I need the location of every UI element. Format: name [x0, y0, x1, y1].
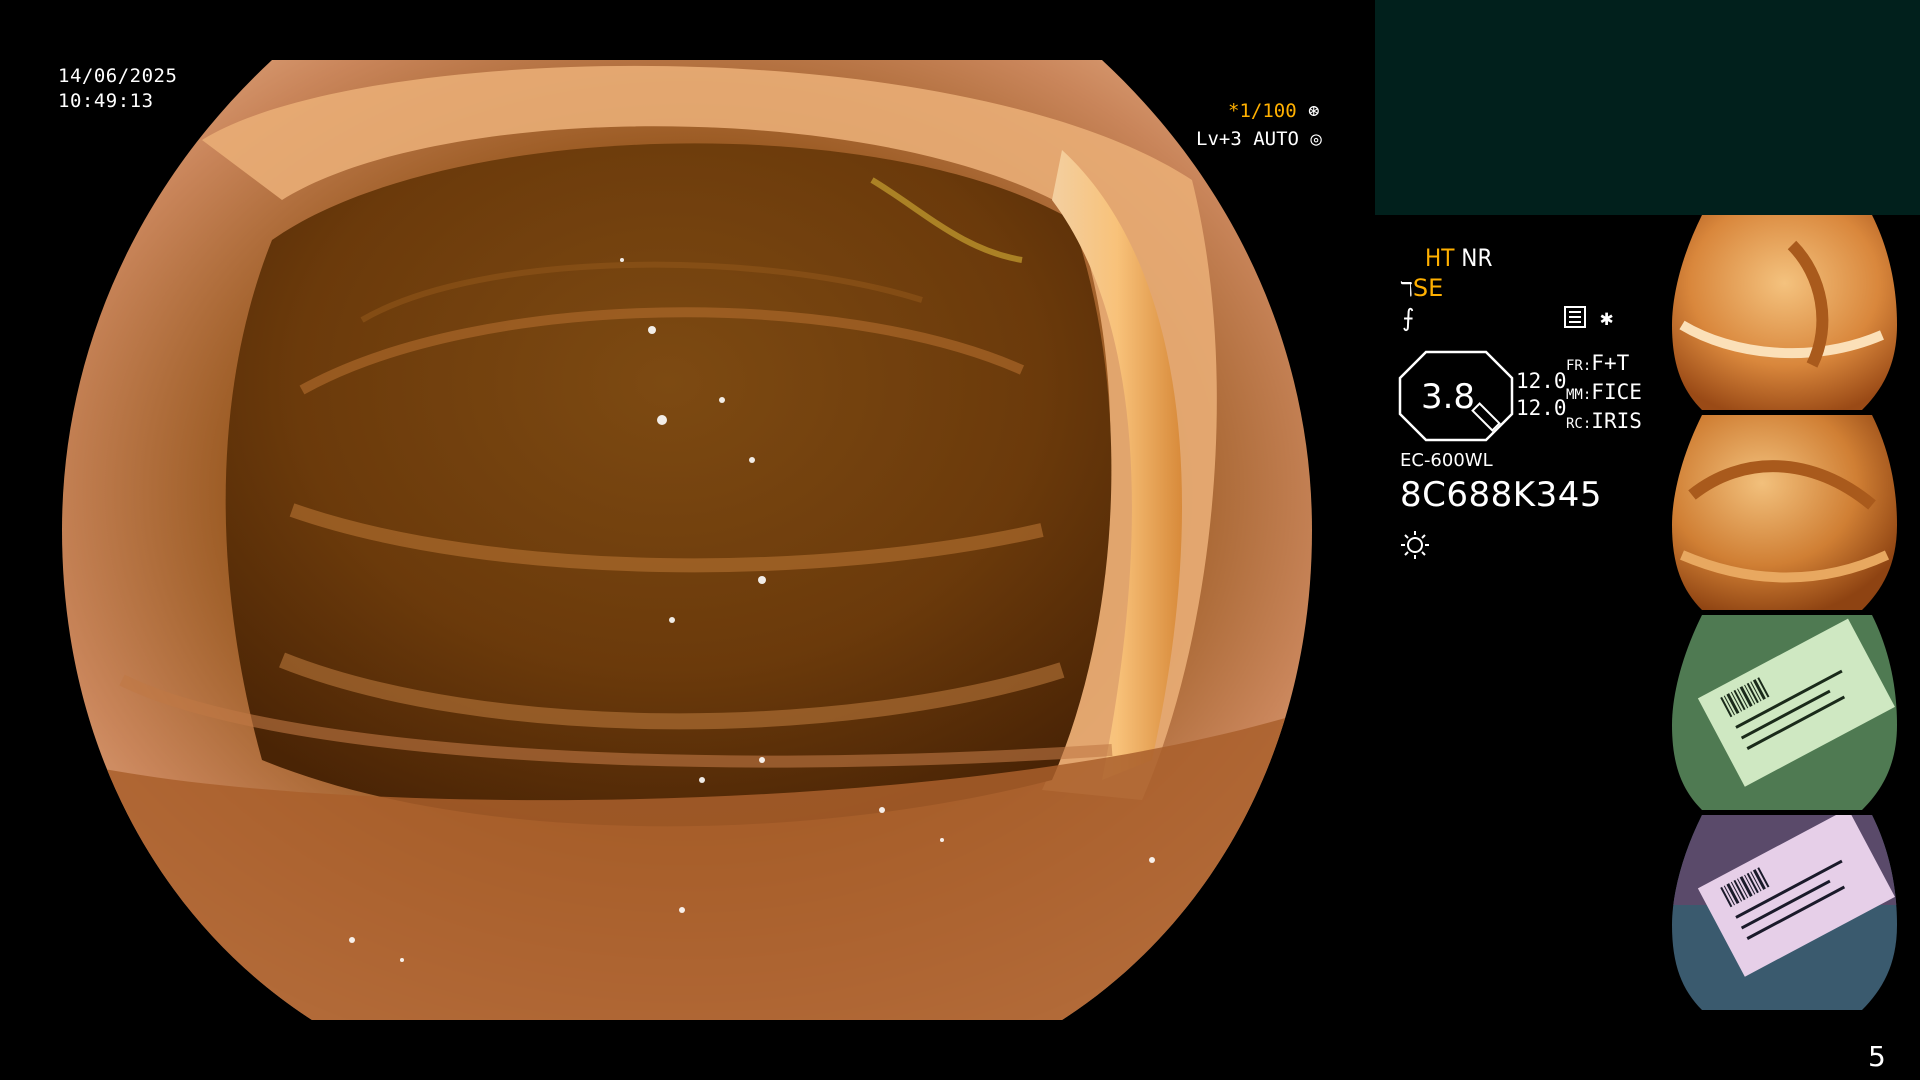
thumbnail-1[interactable] [1672, 215, 1897, 410]
shutter-readout: *1/100 ⊛ [1228, 100, 1320, 122]
shutter-icon: ⊛ [1308, 100, 1320, 122]
mode-icon [1564, 306, 1586, 328]
level-readout: Lv+3 AUTO ◎ [1196, 128, 1322, 150]
shutter-text: *1/100 [1228, 100, 1297, 122]
level-text: Lv+3 AUTO [1196, 128, 1299, 150]
se-status: ℸSE [1400, 274, 1443, 302]
page-number: 5 [1868, 1040, 1886, 1073]
zoom-values: 12.0 12.0 [1516, 368, 1567, 422]
fr-value: F+T [1591, 351, 1630, 375]
ht-label: HT [1425, 244, 1455, 272]
se-label: SE [1412, 274, 1444, 302]
brightness-icon [1401, 531, 1429, 559]
zoom-indicator: 3.8 [1398, 350, 1514, 442]
rc-value: IRIS [1591, 409, 1642, 433]
star-icon: ✱ [1600, 306, 1614, 331]
auto-icon: ◎ [1310, 128, 1322, 150]
thumbnail-2[interactable] [1672, 415, 1897, 610]
endoscope-view [62, 60, 1312, 1020]
scope-model: EC-600WL [1400, 450, 1493, 471]
gamma-icon: ⨍ [1402, 304, 1415, 332]
thumbnail-3[interactable] [1672, 615, 1897, 810]
zoom-value-1: 12.0 [1516, 369, 1567, 393]
processing-labels: FR:F+T MM:FICE RC:IRIS [1566, 350, 1642, 437]
mm-value: FICE [1591, 380, 1642, 404]
structure-icon: ℸ [1400, 277, 1413, 301]
zoom-value-2: 12.0 [1516, 396, 1567, 420]
rc-key: RC: [1566, 416, 1592, 432]
zoom-value: 3.8 [1421, 377, 1475, 417]
mm-key: MM: [1566, 387, 1592, 403]
scope-serial: 8C688K345 [1400, 475, 1602, 515]
fr-key: FR: [1566, 358, 1592, 374]
info-panel-header [1375, 0, 1920, 215]
nr-label: NR [1461, 244, 1493, 272]
ht-nr-status: HT NR [1425, 244, 1492, 272]
thumbnail-4[interactable] [1672, 815, 1897, 1010]
